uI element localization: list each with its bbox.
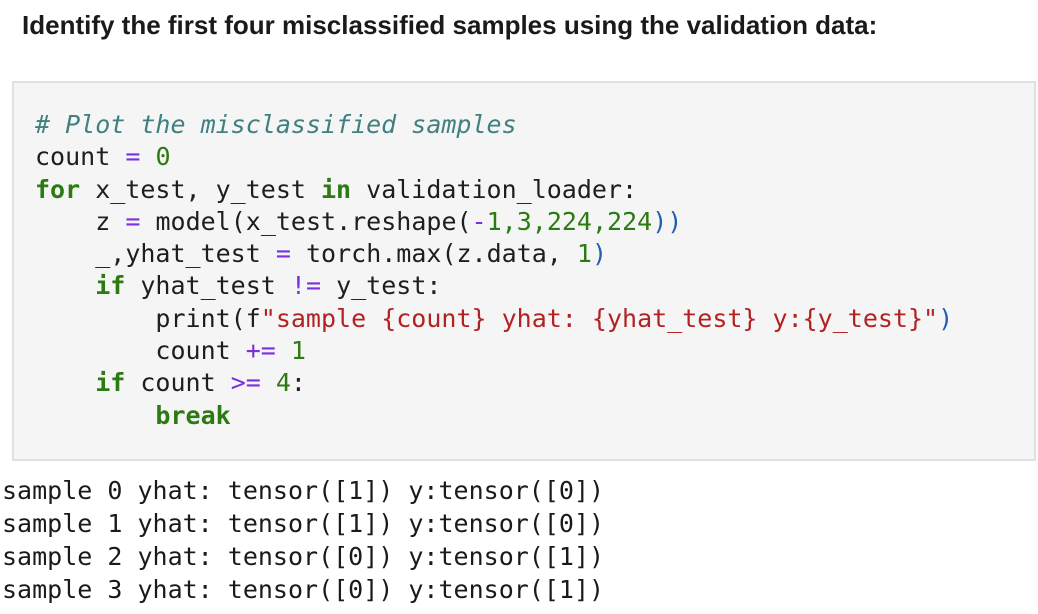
code-string: "sample {count} yhat: {yhat_test} y:{y_t… — [260, 303, 939, 333]
code-line-break: break — [35, 400, 953, 432]
code-token: count — [125, 368, 231, 398]
code-operator: >= — [230, 368, 261, 398]
code-token: yhat_test — [125, 271, 291, 301]
page-heading: Identify the first four misclassified sa… — [22, 10, 878, 40]
code-operator: = — [275, 239, 291, 269]
code-number: 4 — [275, 368, 291, 398]
code-token: y_test: — [321, 271, 442, 301]
code-line-max: _,yhat_test = torch.max(z.data, 1) — [35, 238, 953, 270]
cell-output: sample 0 yhat: tensor([1]) y:tensor([0])… — [2, 474, 604, 606]
code-line-count-inc: count += 1 — [35, 335, 953, 367]
code-line-model: z = model(x_test.reshape(-1,3,224,224)) — [35, 206, 953, 238]
code-keyword: in — [320, 174, 352, 204]
code-line-comment: # Plot the misclassified samples — [35, 109, 953, 141]
code-token: _,yhat_test — [95, 239, 261, 269]
code-token: : — [290, 368, 306, 398]
code-cell[interactable]: # Plot the misclassified samples count = … — [12, 81, 1036, 461]
code-paren: )) — [652, 206, 683, 236]
code-keyword: if — [95, 271, 126, 301]
code-operator: = — [125, 142, 141, 172]
code-editor[interactable]: # Plot the misclassified samples count = … — [35, 109, 953, 432]
code-operator: += — [245, 336, 276, 366]
code-keyword: if — [95, 368, 126, 398]
code-line-if-count: if count >= 4: — [35, 367, 953, 399]
code-operator: != — [290, 271, 322, 301]
code-token: count — [35, 142, 111, 172]
code-line-print: print(f"sample {count} yhat: {yhat_test}… — [35, 303, 953, 335]
code-token: z — [95, 206, 111, 236]
code-number: 1 — [576, 239, 592, 269]
code-token: torch.max(z.data, — [305, 239, 577, 269]
output-line: sample 0 yhat: tensor([1]) y:tensor([0]) — [2, 476, 605, 505]
code-paren: ) — [591, 239, 608, 269]
code-token: model(x_test.reshape( — [155, 206, 472, 236]
output-line: sample 3 yhat: tensor([0]) y:tensor([1]) — [2, 575, 605, 604]
code-line-if-neq: if yhat_test != y_test: — [35, 270, 953, 302]
code-operator: - — [471, 206, 487, 236]
output-line: sample 1 yhat: tensor([1]) y:tensor([0]) — [2, 509, 605, 538]
code-line-for: for x_test, y_test in validation_loader: — [35, 174, 953, 206]
code-token: validation_loader: — [351, 174, 638, 204]
code-token: print(f — [155, 303, 261, 333]
code-keyword: break — [155, 400, 231, 430]
code-line-count-init: count = 0 — [35, 141, 953, 173]
code-keyword: for — [35, 174, 81, 204]
code-operator: = — [125, 206, 141, 236]
code-token: x_test, y_test — [80, 174, 321, 204]
code-number: 1,3,224,224 — [486, 206, 653, 236]
code-paren: ) — [938, 303, 954, 333]
code-comment: # Plot the misclassified samples — [35, 110, 517, 139]
code-token: count — [155, 336, 231, 366]
code-number: 0 — [155, 142, 171, 172]
output-line: sample 2 yhat: tensor([0]) y:tensor([1]) — [2, 542, 605, 571]
code-number: 1 — [290, 336, 306, 366]
